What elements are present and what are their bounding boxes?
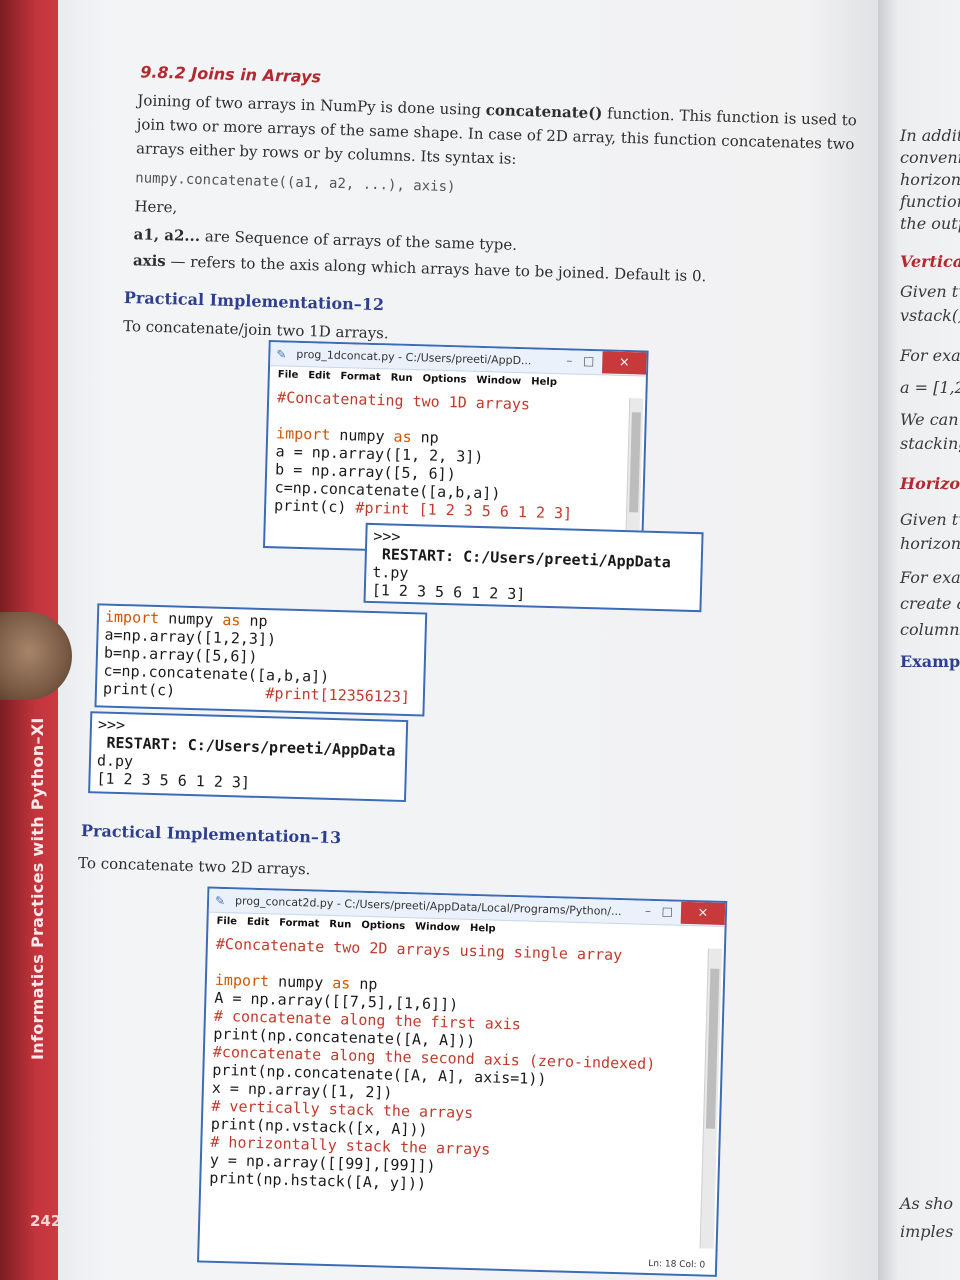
idle-editor-window-2d[interactable]: ✎ prog_concat2d.py - C:/Users/preeti/App… — [197, 886, 728, 1277]
impl13-desc: To concatenate two 2D arrays. — [77, 853, 311, 879]
impl13-heading: Practical Implementation–13 — [80, 820, 342, 848]
code-text: numpy — [268, 972, 333, 993]
code-text: np — [411, 428, 439, 447]
section-heading: 9.8.2 Joins in Arrays — [139, 62, 322, 87]
menu-help[interactable]: Help — [470, 923, 496, 935]
intro-paragraph: Joining of two arrays in NumPy is done u… — [136, 88, 878, 181]
shell-restart: RESTART: C:/Users/preeti/AppData — [97, 733, 396, 760]
shell-prompt: >>> — [373, 527, 401, 546]
facing-text: As sho — [900, 1194, 953, 1213]
menu-run[interactable]: Run — [329, 919, 351, 931]
book-page: 9.8.2 Joins in Arrays Joining of two arr… — [58, 0, 888, 1280]
menu-edit[interactable]: Edit — [247, 917, 270, 929]
minimize-icon[interactable]: – — [566, 353, 572, 367]
shell-file: d.py — [96, 751, 134, 771]
code-keyword: import — [104, 607, 160, 628]
shell-output: [1 2 3 5 6 1 2 3] — [96, 769, 251, 792]
facing-text: create a — [900, 594, 960, 613]
facing-text: We can c — [900, 410, 960, 429]
menu-edit[interactable]: Edit — [308, 370, 331, 382]
shell-output: [1 2 3 5 6 1 2 3] — [371, 581, 526, 604]
function-name: concatenate() — [485, 101, 603, 123]
shell-file: t.py — [372, 563, 409, 583]
page-number: 242 — [30, 1212, 62, 1230]
menu-format[interactable]: Format — [340, 371, 380, 383]
python-file-icon: ✎ — [214, 893, 226, 909]
menu-options[interactable]: Options — [361, 920, 405, 932]
code-text: numpy — [158, 609, 223, 629]
close-icon[interactable]: × — [680, 901, 726, 925]
facing-text: imples — [900, 1222, 954, 1241]
code-comment: #print[12356123] — [265, 684, 411, 707]
param-desc: are Sequence of arrays of the same type. — [199, 227, 518, 254]
code-text: np — [350, 974, 378, 994]
facing-text: For exam — [900, 568, 960, 587]
facing-text: stacking — [900, 434, 960, 453]
facing-text: For examp — [900, 346, 960, 365]
code-keyword: import — [214, 970, 270, 991]
code-keyword: as — [222, 610, 241, 630]
facing-heading: Example — [900, 652, 960, 671]
scroll-thumb[interactable] — [629, 412, 641, 513]
facing-text: horizonta — [900, 534, 960, 553]
window-title: prog_concat2d.py - C:/Users/preeti/AppDa… — [234, 894, 622, 919]
facing-text: horizonta — [900, 170, 960, 189]
scroll-thumb[interactable] — [705, 968, 720, 1129]
facing-text: In additio — [900, 126, 960, 145]
shell-prompt: >>> — [97, 715, 126, 735]
menu-window[interactable]: Window — [476, 375, 521, 387]
status-bar: Ln: 18 Col: 0 — [648, 1258, 706, 1271]
facing-heading: Vertical S — [900, 252, 960, 271]
code-keyword: import — [275, 424, 331, 444]
menu-file[interactable]: File — [216, 916, 237, 928]
shell-output-snippet: >>> RESTART: C:/Users/preeti/AppData d.p… — [88, 711, 409, 803]
code-text: numpy — [330, 425, 394, 446]
code-comment: #Concatenating two 1D arrays — [276, 388, 531, 414]
facing-text: the outpu — [900, 214, 960, 233]
facing-text: Given two — [900, 282, 960, 301]
menu-run[interactable]: Run — [390, 372, 412, 384]
facing-text: convenien — [900, 148, 960, 167]
menu-window[interactable]: Window — [415, 921, 460, 933]
param-name: axis — [132, 251, 167, 271]
impl12-heading: Practical Implementation–12 — [123, 287, 385, 315]
code-keyword: as — [393, 427, 412, 447]
spine-title: Informatics Practices with Python–XI — [28, 717, 47, 1060]
facing-text: functions — [900, 192, 960, 211]
param-name: a1, a2... — [133, 225, 201, 246]
code-text: print(c) — [102, 679, 176, 700]
python-file-icon: ✎ — [276, 347, 287, 362]
code-snippet-box: import numpy as np a=np.array([1,2,3]) b… — [94, 603, 428, 717]
code-text: print(c) — [273, 496, 356, 517]
close-icon[interactable]: × — [601, 351, 647, 375]
minimize-icon[interactable]: – — [645, 904, 651, 918]
menu-file[interactable]: File — [278, 369, 299, 381]
window-title: prog_1dconcat.py - C:/Users/preeti/AppD.… — [296, 347, 532, 368]
maximize-icon[interactable]: □ — [661, 904, 673, 918]
code-editor[interactable]: #Concatenate two 2D arrays using single … — [201, 933, 724, 1203]
facing-page: In additio convenien horizonta functions… — [878, 0, 960, 1280]
code-editor[interactable]: #Concatenating two 1D arrays import nump… — [266, 386, 645, 526]
facing-text: Given tw — [900, 510, 960, 529]
facing-text: vstack() f — [900, 306, 960, 325]
facing-text: columns — [900, 620, 960, 639]
maximize-icon[interactable]: □ — [583, 354, 595, 368]
menu-format[interactable]: Format — [279, 918, 319, 930]
facing-heading: Horizont — [900, 474, 960, 493]
shell-restart: RESTART: C:/Users/preeti/AppData — [372, 545, 672, 572]
code-comment: #print [1 2 3 5 6 1 2 3] — [355, 498, 573, 523]
code-keyword: as — [332, 974, 351, 993]
facing-text: a = [1,2,3 — [900, 378, 960, 397]
menu-options[interactable]: Options — [422, 373, 466, 385]
shell-output-1d: >>> RESTART: C:/Users/preeti/AppData t.p… — [363, 522, 704, 613]
code-text: np — [240, 611, 268, 631]
menu-help[interactable]: Help — [531, 376, 557, 388]
snippet-code: import numpy as np a=np.array([1,2,3]) b… — [103, 608, 419, 707]
